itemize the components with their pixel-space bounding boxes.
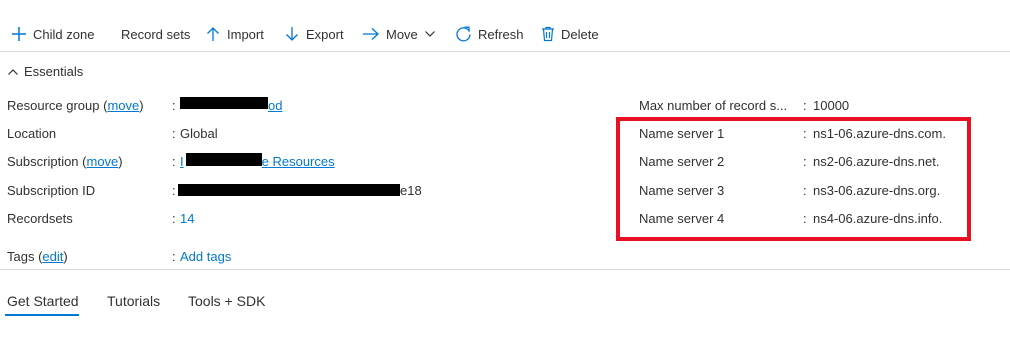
delete-label: Delete [561, 26, 599, 42]
redaction-bar [178, 184, 400, 196]
import-label: Import [227, 26, 264, 42]
name-server-2-colon: : [803, 154, 807, 169]
tags-edit-link[interactable]: edit [42, 249, 63, 264]
export-label: Export [306, 26, 344, 42]
tab-tools-sdk[interactable]: Tools + SDK [188, 293, 265, 309]
arrow-up-icon [207, 27, 219, 41]
name-server-3-colon: : [803, 183, 807, 198]
child-zone-label: Child zone [33, 26, 95, 42]
move-label: Move [386, 26, 418, 42]
subscription-label-text: Subscription ( [7, 154, 87, 169]
subscription-id-label: Subscription ID [7, 183, 96, 198]
max-records-value: 10000 [813, 98, 850, 113]
export-button[interactable]: Export [284, 24, 344, 44]
location-value: Global [180, 126, 218, 141]
subscription-label: Subscription (move) [7, 154, 123, 169]
recordsets-label: Recordsets [7, 211, 73, 226]
record-sets-button[interactable]: Record sets [121, 24, 190, 44]
plus-icon [12, 27, 26, 41]
name-server-3-label: Name server 3 [639, 183, 725, 198]
redaction-bar [180, 97, 268, 109]
refresh-label: Refresh [478, 26, 524, 42]
subscription-id-colon: : [172, 183, 176, 198]
command-bar: Child zone Record sets Import Export Mov… [0, 0, 1010, 50]
max-records-label: Max number of record s... [639, 98, 788, 113]
name-server-4-value: ns4-06.azure-dns.info. [813, 211, 943, 226]
tags-close-paren: ) [63, 249, 68, 264]
active-tab-indicator [5, 314, 79, 316]
subscription-colon: : [172, 154, 176, 169]
resource-group-label: Resource group (move) [7, 98, 144, 113]
max-records-colon: : [803, 98, 807, 113]
subscription-move-link[interactable]: move [86, 154, 118, 169]
toolbar-divider [0, 51, 1010, 52]
name-server-3-value: ns3-06.azure-dns.org. [813, 183, 941, 198]
essentials-divider [0, 269, 1010, 270]
name-server-2-value: ns2-06.azure-dns.net. [813, 154, 940, 169]
add-tags-link[interactable]: Add tags [180, 249, 231, 264]
subscription-close-paren: ) [118, 154, 123, 169]
essentials-toggle[interactable]: Essentials [7, 64, 83, 79]
location-label: Location [7, 126, 57, 141]
tags-colon: : [172, 249, 176, 264]
name-server-1-colon: : [803, 126, 807, 141]
tab-get-started[interactable]: Get Started [7, 293, 79, 309]
move-button[interactable]: Move [362, 24, 436, 44]
location-colon: : [172, 126, 176, 141]
recordsets-value-link[interactable]: 14 [180, 211, 194, 226]
trash-icon [542, 26, 554, 42]
recordsets-colon: : [172, 211, 176, 226]
name-server-1-value: ns1-06.azure-dns.com. [813, 126, 946, 141]
resource-group-label-text: Resource group ( [7, 98, 108, 113]
chevron-up-icon [8, 68, 18, 75]
import-button[interactable]: Import [205, 24, 264, 44]
tab-tutorials[interactable]: Tutorials [107, 293, 160, 309]
resource-group-move-link[interactable]: move [107, 98, 139, 113]
arrow-right-icon [363, 28, 379, 40]
redaction-bar [186, 153, 262, 166]
child-zone-button[interactable]: Child zone [11, 24, 94, 44]
tags-label-text: Tags ( [7, 249, 43, 264]
resource-group-colon: : [172, 98, 176, 113]
name-server-1-label: Name server 1 [639, 126, 725, 141]
name-server-2-label: Name server 2 [639, 154, 725, 169]
delete-button[interactable]: Delete [541, 24, 599, 44]
arrow-down-icon [286, 27, 298, 41]
name-server-4-colon: : [803, 211, 807, 226]
refresh-icon [456, 26, 471, 41]
record-sets-label: Record sets [121, 26, 191, 42]
resource-group-close-paren: ) [139, 98, 144, 113]
essentials-label: Essentials [24, 64, 84, 79]
chevron-down-icon [424, 31, 435, 37]
tags-label: Tags (edit) [7, 249, 68, 264]
name-server-4-label: Name server 4 [639, 211, 725, 226]
refresh-button[interactable]: Refresh [455, 24, 524, 44]
